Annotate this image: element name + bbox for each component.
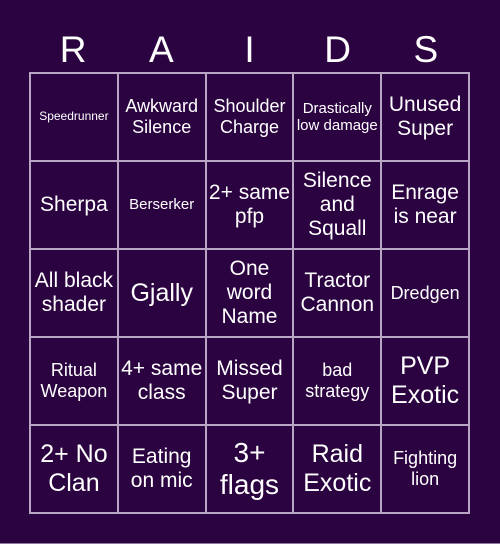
bingo-cell[interactable]: Raid Exotic [293,425,382,513]
bingo-cell[interactable]: All black shader [30,249,118,337]
bingo-cell[interactable]: Ritual Weapon [30,337,118,425]
bingo-cell[interactable]: Tractor Cannon [293,249,382,337]
bingo-cell[interactable]: Fighting lion [381,425,469,513]
bingo-cell[interactable]: Shoulder Charge [205,73,294,161]
bingo-cell[interactable]: 3+ flags [205,425,294,513]
bingo-cell[interactable]: Unused Super [381,73,469,161]
bingo-cell[interactable]: Dredgen [381,249,469,337]
bingo-cell[interactable]: 4+ same class [117,337,206,425]
bingo-cell[interactable]: Berserker [117,161,206,249]
bingo-cell[interactable]: 2+ same pfp [205,161,294,249]
bingo-card: Speedrunner Awkward Silence Shoulder Charg… [29,72,470,514]
title-letter: S [413,29,439,70]
bingo-cell[interactable]: Silence and Squall [293,161,382,249]
bingo-title: R A I D S [29,28,470,72]
title-letter: R [59,29,87,70]
bingo-cell[interactable]: Enrage is near [381,161,469,249]
title-letter: I [244,29,255,70]
bingo-cell[interactable]: Sherpa [30,161,118,249]
bingo-cell[interactable]: One word Name [205,249,294,337]
bingo-cell[interactable]: Eating on mic [117,425,206,513]
bingo-cell[interactable]: Drastically low damage [293,73,382,161]
bingo-cell[interactable]: Speedrunner [30,73,118,161]
title-letter: A [148,29,174,70]
bingo-cell[interactable]: Gjally [117,249,206,337]
bingo-cell[interactable]: PVP Exotic [381,337,469,425]
bingo-cell[interactable]: 2+ No Clan [30,425,118,513]
title-letter: D [324,29,352,70]
bingo-cell[interactable]: bad strategy [293,337,382,425]
bingo-cell[interactable]: Missed Super [205,337,294,425]
bingo-cell[interactable]: Awkward Silence [117,73,206,161]
